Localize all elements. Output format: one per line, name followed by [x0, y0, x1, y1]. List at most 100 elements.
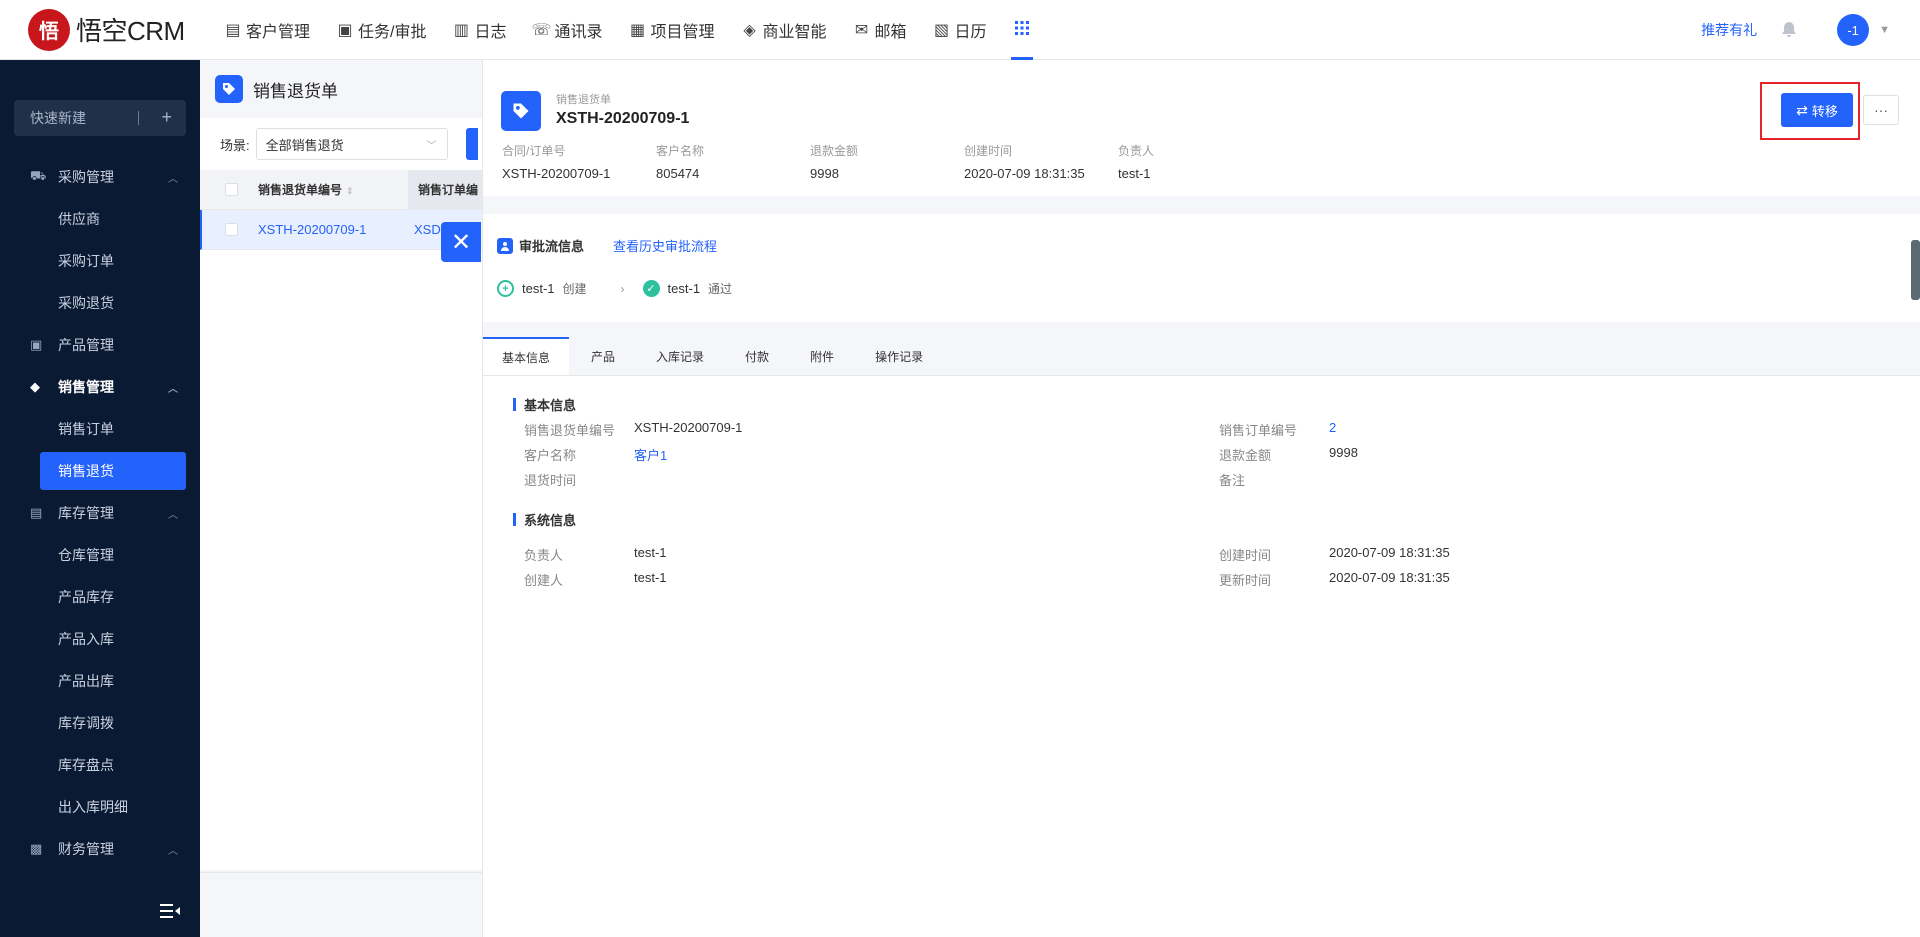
- nav-item-tasks[interactable]: ▣ 任务/审批: [324, 0, 440, 60]
- field-label: 合同/订单号: [502, 144, 566, 158]
- sort-icon[interactable]: ⇕: [346, 186, 354, 196]
- recommend-link[interactable]: 推荐有礼: [1701, 20, 1757, 40]
- logo[interactable]: 悟 悟空CRM: [0, 0, 200, 60]
- list-table: 销售退货单编号 ⇕ 销售订单编 XSTH-20200709-1 XSD: [200, 169, 482, 870]
- field-label: 退款金额: [810, 144, 859, 158]
- sidebar-item-stock-in[interactable]: 产品入库: [0, 618, 200, 660]
- row-checkbox[interactable]: [225, 223, 238, 236]
- search-button[interactable]: [465, 128, 478, 160]
- return-number-link[interactable]: XSTH-20200709-1: [258, 222, 408, 237]
- column-header[interactable]: 销售订单编: [408, 169, 482, 210]
- chevron-down-icon[interactable]: ▼: [1879, 24, 1890, 36]
- nav-item-contacts[interactable]: ☏ 通讯录: [520, 0, 616, 60]
- chevron-right-icon: ›: [620, 281, 625, 296]
- nav-item-log[interactable]: ▥ 日志: [440, 0, 520, 60]
- approval-history-link[interactable]: 查看历史审批流程: [613, 236, 717, 255]
- list-title: 销售退货单: [253, 81, 338, 101]
- approval-section: 审批流信息 查看历史审批流程 + test-1 创建 › ✓ test-1 通过: [483, 214, 1920, 322]
- field-value: 2020-07-09 18:31:35: [964, 166, 1085, 181]
- scene-select[interactable]: 全部销售退货 ﹀: [255, 128, 448, 160]
- scrollbar[interactable]: [1911, 240, 1920, 300]
- sidebar-group-sales[interactable]: ◆ 销售管理 ︿: [0, 366, 200, 408]
- quick-new-button[interactable]: 快速新建 +: [14, 100, 186, 136]
- nav-item-mail[interactable]: ✉ 邮箱: [841, 0, 921, 60]
- order-number-link[interactable]: XSD: [408, 222, 441, 237]
- info-label: 退款金额: [1219, 448, 1272, 463]
- summary-field: 合同/订单号 XSTH-20200709-1: [502, 142, 656, 181]
- more-button[interactable]: ···: [1863, 95, 1899, 125]
- list-panel: 销售退货单 场景: 全部销售退货 ﹀ 销售退货单编号 ⇕ 销售订单编 XSTH-2…: [200, 60, 482, 937]
- chevron-up-icon: ︿: [168, 509, 178, 521]
- sidebar-item-product-stock[interactable]: 产品库存: [0, 576, 200, 618]
- select-all-checkbox[interactable]: [225, 183, 238, 196]
- sidebar-group-label: 库存管理: [58, 505, 114, 521]
- step-user: test-1: [522, 281, 555, 296]
- sidebar-item-supplier[interactable]: 供应商: [0, 198, 200, 240]
- sidebar-item-sales-order[interactable]: 销售订单: [0, 408, 200, 450]
- tab-basic-info[interactable]: 基本信息: [483, 337, 570, 375]
- tab-payment[interactable]: 付款: [723, 337, 788, 375]
- nav-item-projects[interactable]: ▦ 项目管理: [617, 0, 729, 60]
- sidebar-group-finance[interactable]: ▩ 财务管理 ︿: [0, 828, 200, 870]
- table-row[interactable]: XSTH-20200709-1 XSD: [200, 210, 482, 250]
- detail-header: 销售退货单 XSTH-20200709-1 合同/订单号 XSTH-2020070…: [483, 60, 1920, 196]
- info-label: 客户名称: [524, 448, 577, 463]
- close-detail-button[interactable]: ✕: [441, 222, 481, 262]
- tab-products[interactable]: 产品: [569, 337, 634, 375]
- bell-icon[interactable]: [1781, 21, 1799, 39]
- nav-label: 日历: [954, 23, 987, 41]
- transfer-label: 转移: [1811, 103, 1838, 119]
- wallet-icon: ▩: [30, 841, 43, 856]
- sidebar-item-warehouse[interactable]: 仓库管理: [0, 534, 200, 576]
- swap-icon: ⇄: [1796, 101, 1808, 118]
- info-label: 销售订单编号: [1219, 423, 1298, 438]
- column-header-label: 销售退货单编号: [258, 183, 343, 197]
- column-header[interactable]: 销售退货单编号 ⇕: [258, 181, 408, 198]
- cart-icon: ⛟: [30, 168, 47, 183]
- nav-item-bi[interactable]: ◈ 商业智能: [729, 0, 841, 60]
- sidebar-item-transfer[interactable]: 库存调拨: [0, 702, 200, 744]
- tab-operation-log[interactable]: 操作记录: [853, 337, 942, 375]
- nav-label: 邮箱: [874, 23, 907, 41]
- approval-title: 审批流信息: [497, 236, 584, 255]
- info-value: XSTH-20200709-1: [634, 420, 743, 435]
- avatar[interactable]: -1: [1837, 14, 1870, 46]
- tab-stock-in-records[interactable]: 入库记录: [634, 337, 723, 375]
- info-value: 9998: [1329, 445, 1358, 460]
- sidebar-item-in-out-detail[interactable]: 出入库明细: [0, 786, 200, 828]
- nav-item-calendar[interactable]: ▧ 日历: [921, 0, 1001, 60]
- apps-grid-icon: [1014, 19, 1029, 40]
- nav-item-apps[interactable]: [1001, 0, 1043, 60]
- sidebar-item-stocktake[interactable]: 库存盘点: [0, 744, 200, 786]
- summary-field: 客户名称 805474: [656, 142, 810, 181]
- sidebar-item-purchase-order[interactable]: 采购订单: [0, 240, 200, 282]
- transfer-button[interactable]: ⇄ 转移: [1781, 93, 1853, 127]
- field-value: 9998: [810, 166, 839, 181]
- plus-circle-icon: +: [497, 280, 514, 297]
- nav-item-customers[interactable]: ▤ 客户管理: [212, 0, 324, 60]
- step-action: 通过: [708, 282, 733, 296]
- sales-order-link[interactable]: 2: [1329, 420, 1336, 435]
- bi-icon: ◈: [743, 21, 756, 39]
- collapse-menu-icon[interactable]: [160, 902, 180, 923]
- plus-icon[interactable]: +: [161, 107, 172, 128]
- sidebar-group-inventory[interactable]: ▤ 库存管理 ︿: [0, 492, 200, 534]
- brand-name: 悟空CRM: [76, 16, 185, 46]
- chevron-down-icon: ﹀: [426, 140, 437, 152]
- sidebar-item-sales-return[interactable]: 销售退货: [40, 452, 186, 490]
- sidebar-item-stock-out[interactable]: 产品出库: [0, 660, 200, 702]
- summary-field: 负责人 test-1: [1118, 142, 1272, 181]
- quick-new-label: 快速新建: [30, 110, 86, 126]
- sidebar-group-product[interactable]: ▣ 产品管理: [0, 324, 200, 366]
- sidebar-item-purchase-return[interactable]: 采购退货: [0, 282, 200, 324]
- tag-icon: [501, 91, 541, 131]
- tab-bar: 基本信息 产品 入库记录 付款 附件 操作记录: [483, 337, 1920, 376]
- info-value: 2020-07-09 18:31:35: [1329, 570, 1450, 585]
- sidebar-group-purchase[interactable]: ⛟ 采购管理 ︿: [0, 156, 200, 198]
- approval-title-label: 审批流信息: [519, 239, 585, 254]
- sidebar-menu: ⛟ 采购管理 ︿ 供应商 采购订单 采购退货 ▣ 产品管理 ◆ 销售管理 ︿ 销售订单 销…: [0, 156, 200, 870]
- summary-fields: 合同/订单号 XSTH-20200709-1 客户名称 805474 退款金额 999…: [502, 142, 1272, 181]
- tab-attachments[interactable]: 附件: [788, 337, 853, 375]
- customer-link[interactable]: 客户1: [634, 445, 667, 464]
- field-label: 负责人: [1118, 144, 1155, 158]
